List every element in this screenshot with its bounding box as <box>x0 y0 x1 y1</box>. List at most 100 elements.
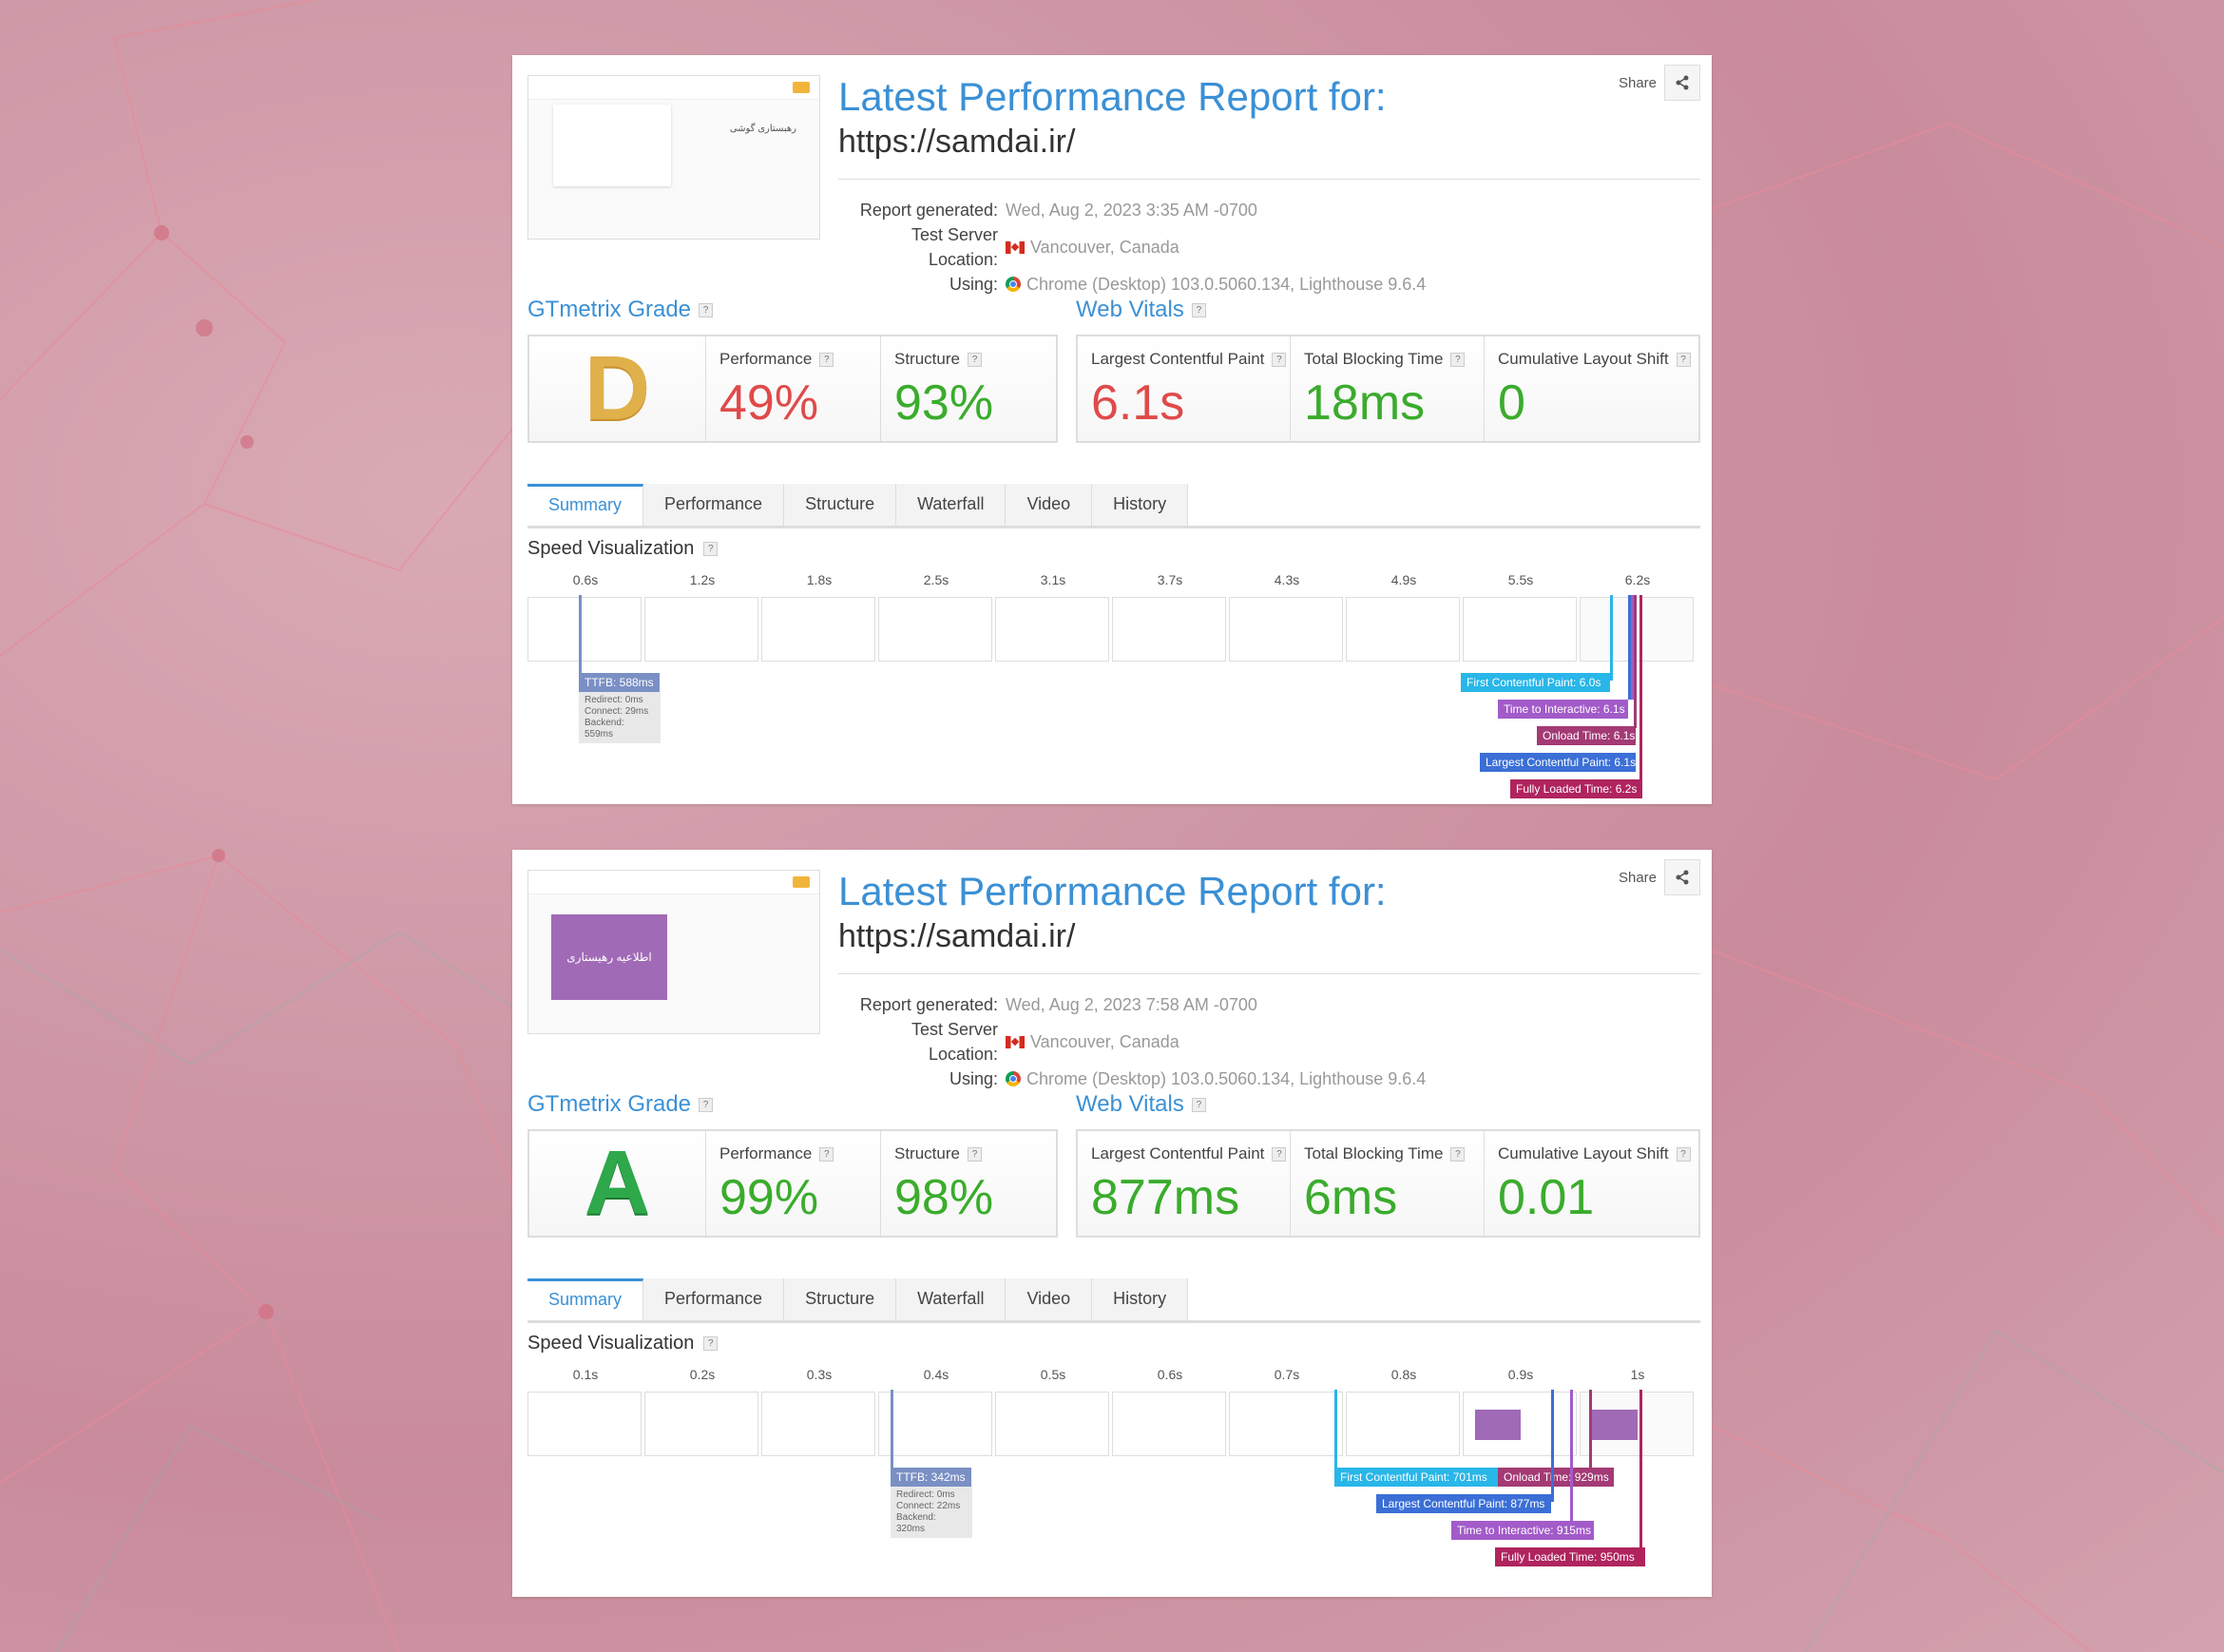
thumbnail-banner: اطلاعیه رهیستاری <box>551 914 667 1000</box>
filmstrip-frame[interactable] <box>761 597 875 662</box>
filmstrip-frame[interactable] <box>1112 597 1226 662</box>
web-vitals-panel: Largest Contentful Paint? 6.1s Total Blo… <box>1076 335 1700 443</box>
report-url[interactable]: https://samdai.ir/ <box>838 918 1075 955</box>
tick-label: 0.1s <box>572 1367 599 1382</box>
tab-performance[interactable]: Performance <box>643 1278 785 1320</box>
filmstrip-frame[interactable] <box>527 597 642 662</box>
onload-marker <box>1634 595 1637 728</box>
filmstrip-frame[interactable] <box>1580 1392 1694 1456</box>
tab-structure[interactable]: Structure <box>784 1278 897 1320</box>
help-icon[interactable]: ? <box>699 302 714 317</box>
filmstrip-frame[interactable] <box>878 597 992 662</box>
cls-cell: Cumulative Layout Shift? 0 <box>1485 336 1698 441</box>
tick-label: 0.2s <box>689 1367 716 1382</box>
tab-history[interactable]: History <box>1092 1278 1189 1320</box>
help-icon[interactable]: ? <box>1191 1097 1206 1112</box>
filmstrip-frame[interactable] <box>644 597 758 662</box>
tick-label: 0.5s <box>1040 1367 1066 1382</box>
site-logo-icon <box>793 876 810 888</box>
help-icon[interactable]: ? <box>1272 352 1287 367</box>
filmstrip-frame[interactable] <box>1346 597 1460 662</box>
help-icon[interactable]: ? <box>1272 1146 1287 1162</box>
help-icon[interactable]: ? <box>967 1146 982 1162</box>
filmstrip-frame[interactable] <box>1463 597 1577 662</box>
speed-visualization-heading: Speed Visualization? <box>527 538 719 560</box>
tab-structure[interactable]: Structure <box>784 484 897 526</box>
report-meta: Report generated: Wed, Aug 2, 2023 7:58 A… <box>838 992 1426 1091</box>
tab-video[interactable]: Video <box>1006 484 1093 526</box>
filmstrip-frame[interactable] <box>1463 1392 1577 1456</box>
chrome-icon <box>1006 277 1021 292</box>
share-control[interactable]: Share <box>1619 65 1700 101</box>
fully-loaded-label: Fully Loaded Time: 6.2s <box>1510 779 1642 798</box>
tbt-cell: Total Blocking Time? 6ms <box>1291 1131 1485 1236</box>
report-title: Latest Performance Report for: <box>838 869 1387 913</box>
help-icon[interactable]: ? <box>819 352 834 367</box>
help-icon[interactable]: ? <box>1450 1146 1466 1162</box>
share-control[interactable]: Share <box>1619 859 1700 895</box>
lcp-value: 877ms <box>1091 1170 1240 1225</box>
tab-performance[interactable]: Performance <box>643 484 785 526</box>
filmstrip-frame[interactable] <box>995 597 1109 662</box>
help-icon[interactable]: ? <box>703 542 719 556</box>
web-vitals-panel: Largest Contentful Paint? 877ms Total Bl… <box>1076 1129 1700 1238</box>
tab-waterfall[interactable]: Waterfall <box>896 484 1007 526</box>
filmstrip-frame[interactable] <box>1580 597 1694 662</box>
tick-label: 2.5s <box>923 572 949 587</box>
tab-history[interactable]: History <box>1092 484 1189 526</box>
filmstrip-frame[interactable] <box>1112 1392 1226 1456</box>
filmstrip-frame[interactable] <box>527 1392 642 1456</box>
help-icon[interactable]: ? <box>819 1146 834 1162</box>
lcp-value: 6.1s <box>1091 375 1185 431</box>
cls-value: 0.01 <box>1498 1170 1595 1225</box>
page-thumbnail: اطلاعیه رهیستاری <box>527 870 820 1034</box>
structure-value: 93% <box>894 375 994 431</box>
performance-value: 99% <box>719 1170 819 1225</box>
tbt-value: 18ms <box>1304 375 1426 431</box>
tab-waterfall[interactable]: Waterfall <box>896 1278 1007 1320</box>
tab-video[interactable]: Video <box>1006 1278 1093 1320</box>
filmstrip-frame[interactable] <box>1346 1392 1460 1456</box>
share-icon[interactable] <box>1664 859 1700 895</box>
gtmetrix-grade-heading: GTmetrix Grade? <box>527 1091 714 1118</box>
filmstrip-frame[interactable] <box>878 1392 992 1456</box>
tick-label: 3.7s <box>1157 572 1183 587</box>
help-icon[interactable]: ? <box>1450 352 1466 367</box>
filmstrip-frame[interactable] <box>1229 597 1343 662</box>
help-icon[interactable]: ? <box>703 1336 719 1351</box>
tick-label: 1s <box>1630 1367 1645 1382</box>
server-location: Vancouver, Canada <box>1030 238 1179 257</box>
share-icon[interactable] <box>1664 65 1700 101</box>
web-vitals-heading: Web Vitals? <box>1076 297 1206 323</box>
report-tabs: Summary Performance Structure Waterfall … <box>527 484 1700 528</box>
structure-cell: Structure? 98% <box>894 1144 994 1225</box>
lcp-marker <box>1551 1390 1554 1502</box>
tick-label: 0.4s <box>923 1367 949 1382</box>
filmstrip-frame[interactable] <box>995 1392 1109 1456</box>
grade-panel: A Performance? 99% Structure? 98% <box>527 1129 1058 1238</box>
speed-visualization-heading: Speed Visualization? <box>527 1333 719 1354</box>
filmstrip-frame[interactable] <box>761 1392 875 1456</box>
tick-label: 4.3s <box>1274 572 1300 587</box>
help-icon[interactable]: ? <box>1676 1146 1691 1162</box>
filmstrip-frame[interactable] <box>1229 1392 1343 1456</box>
report-card-2: اطلاعیه رهیستاری Latest Performance Repo… <box>512 850 1712 1597</box>
help-icon[interactable]: ? <box>699 1097 714 1112</box>
help-icon[interactable]: ? <box>967 352 982 367</box>
tick-label: 3.1s <box>1040 572 1066 587</box>
frame-banner-image <box>1592 1410 1638 1440</box>
filmstrip-frame[interactable] <box>644 1392 758 1456</box>
performance-value: 49% <box>719 375 819 431</box>
report-card-1: رهبستاری گوشی Latest Performance Report … <box>512 55 1712 804</box>
help-icon[interactable]: ? <box>1676 352 1691 367</box>
tab-summary[interactable]: Summary <box>527 484 644 526</box>
help-icon[interactable]: ? <box>1191 302 1206 317</box>
report-generated: Wed, Aug 2, 2023 3:35 AM -0700 <box>1006 201 1257 220</box>
grade-panel: D Performance? 49% Structure? 93% <box>527 335 1058 443</box>
structure-value: 98% <box>894 1170 994 1225</box>
page-thumbnail: رهبستاری گوشی <box>527 75 820 240</box>
report-url[interactable]: https://samdai.ir/ <box>838 124 1075 161</box>
tab-summary[interactable]: Summary <box>527 1278 644 1320</box>
tick-label: 0.8s <box>1390 1367 1417 1382</box>
tick-label: 5.5s <box>1507 572 1534 587</box>
